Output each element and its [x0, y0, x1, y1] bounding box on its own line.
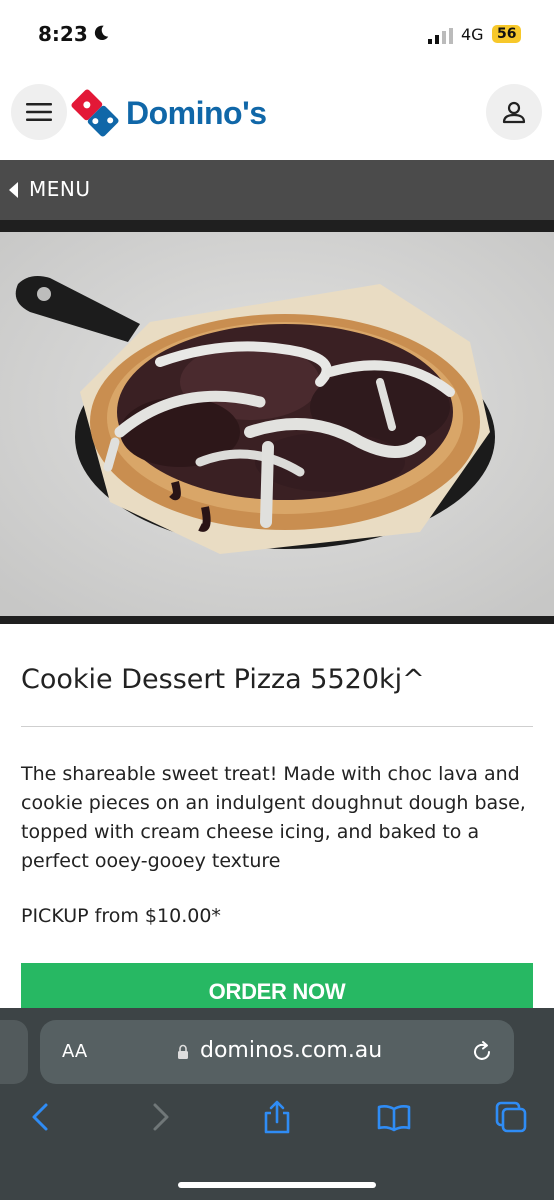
address-bar[interactable]: AA dominos.com.au — [40, 1020, 514, 1084]
menu-back-bar[interactable]: MENU — [0, 160, 554, 220]
network-label: 4G — [461, 25, 484, 44]
menu-back-label: MENU — [29, 177, 91, 201]
home-indicator — [178, 1182, 376, 1188]
status-time: 8:23 — [38, 22, 88, 46]
hamburger-icon — [26, 103, 52, 121]
divider-strip-bottom — [0, 616, 554, 624]
reload-icon[interactable] — [470, 1040, 494, 1064]
hamburger-menu-button[interactable] — [11, 84, 67, 140]
bookmarks-icon[interactable] — [377, 1100, 411, 1134]
back-icon[interactable] — [24, 1100, 58, 1134]
status-bar: 8:23 4G 56 — [0, 0, 554, 70]
app-header: Domino's — [0, 70, 554, 160]
brand-name: Domino's — [126, 94, 267, 131]
text-size-button[interactable]: AA — [62, 1041, 87, 1062]
tabs-icon[interactable] — [494, 1100, 528, 1134]
domino-tile-icon — [71, 89, 119, 137]
divider-strip — [0, 220, 554, 232]
battery-badge: 56 — [492, 25, 522, 43]
previous-tab-preview[interactable] — [0, 1020, 28, 1084]
lock-icon — [178, 1044, 188, 1059]
product-title: Cookie Dessert Pizza 5520kj^ — [21, 664, 425, 695]
signal-icon — [428, 28, 453, 44]
url-text[interactable]: dominos.com.au — [200, 1038, 382, 1063]
caret-left-icon — [9, 182, 18, 198]
dominos-logo[interactable]: Domino's — [70, 88, 267, 138]
product-image — [0, 232, 554, 616]
account-button[interactable] — [486, 84, 542, 140]
pickup-price: PICKUP from $10.00* — [21, 905, 221, 927]
user-icon — [502, 101, 526, 124]
share-icon[interactable] — [260, 1100, 294, 1134]
moon-icon — [94, 25, 109, 41]
title-divider — [21, 726, 533, 727]
product-description: The shareable sweet treat! Made with cho… — [21, 763, 526, 872]
forward-icon[interactable] — [143, 1100, 177, 1134]
cookie-pizza-illustration — [0, 232, 554, 616]
browser-toolbar: AA dominos.com.au — [0, 1008, 554, 1200]
